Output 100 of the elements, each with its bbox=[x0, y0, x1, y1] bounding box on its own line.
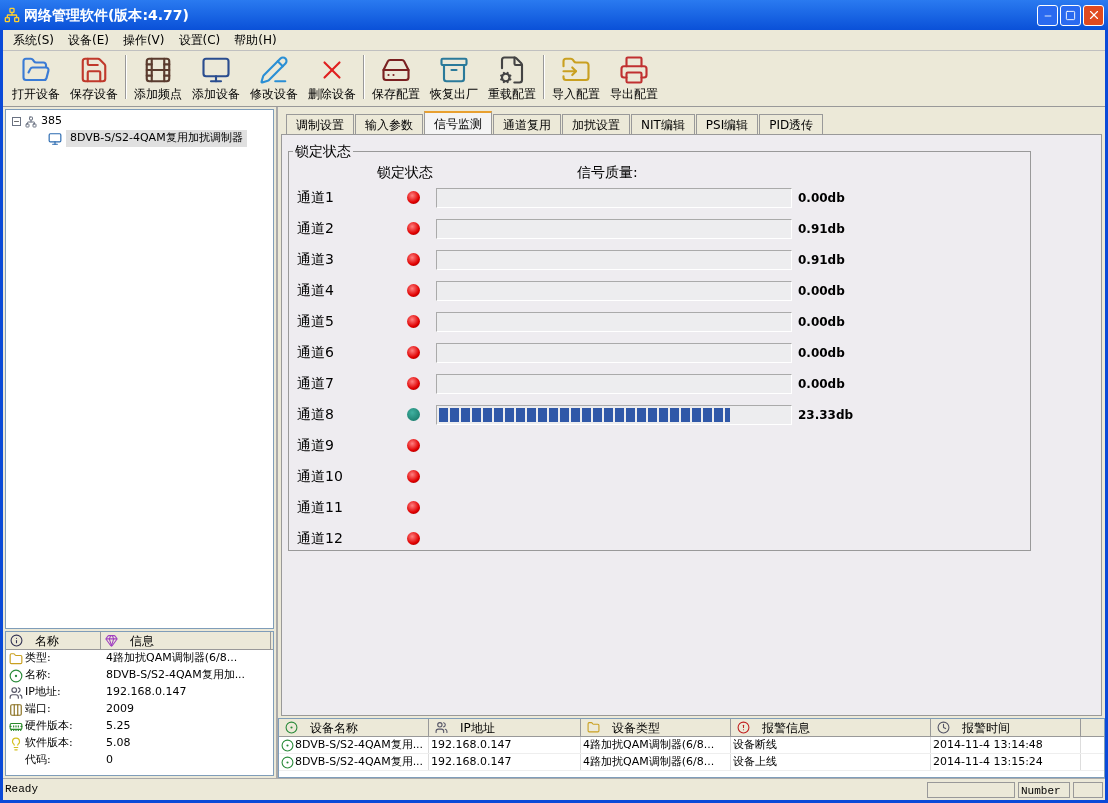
column-label: 信号质量: bbox=[576, 163, 638, 182]
signal-reading: 0.00db bbox=[798, 282, 845, 300]
tree-item[interactable]: 8DVB-S/S2-4QAM复用加扰调制器 bbox=[66, 130, 247, 147]
signal-reading: 0.00db bbox=[798, 375, 845, 393]
signal-reading: 0.00db bbox=[798, 189, 845, 207]
column-header[interactable]: 名称 bbox=[6, 632, 101, 649]
table-cell-text: 8DVB-S/S2-4QAM复用... bbox=[295, 736, 424, 753]
channel-label: 通道9 bbox=[297, 436, 335, 455]
property-value: 2009 bbox=[106, 701, 134, 718]
tab[interactable]: PID透传 bbox=[759, 114, 824, 134]
toolbar-button[interactable]: 修改设备 bbox=[245, 55, 303, 103]
channel-label: 通道1 bbox=[297, 188, 335, 207]
toolbar-button[interactable]: 保存设备 bbox=[65, 55, 123, 103]
column-header[interactable]: 信息 bbox=[101, 632, 271, 649]
toolbar-button[interactable]: 导出配置 bbox=[605, 55, 663, 103]
toolbar-button[interactable]: 恢复出厂 bbox=[425, 55, 483, 103]
edit-icon bbox=[259, 55, 289, 85]
property-name: 类型: bbox=[25, 650, 51, 667]
table-cell-text: 设备上线 bbox=[733, 753, 777, 770]
close-button[interactable] bbox=[1083, 4, 1104, 26]
table-cell-text: 192.168.0.147 bbox=[431, 736, 512, 753]
channel-label: 通道6 bbox=[297, 343, 335, 362]
table-cell-text: 设备断线 bbox=[733, 736, 777, 753]
column-icon bbox=[285, 721, 298, 734]
group-title: 锁定状态 bbox=[294, 142, 352, 161]
channel-label: 通道2 bbox=[297, 219, 335, 238]
expand-toggle[interactable] bbox=[12, 117, 21, 126]
status-indicator: Number bbox=[1018, 781, 1070, 798]
table-cell-text: 4路加扰QAM调制器(6/8... bbox=[583, 753, 715, 770]
tab[interactable]: 调制设置 bbox=[286, 114, 354, 134]
property-name: 硬件版本: bbox=[25, 718, 73, 735]
toolbar-button[interactable]: 保存配置 bbox=[367, 55, 425, 103]
device-icon bbox=[281, 755, 294, 769]
tab[interactable]: 信号监测 bbox=[424, 111, 492, 134]
device-icon bbox=[281, 738, 294, 752]
computer-icon bbox=[48, 131, 62, 146]
column-icon bbox=[587, 721, 600, 734]
tab[interactable]: PSI编辑 bbox=[695, 114, 759, 134]
column-icon bbox=[937, 721, 950, 734]
property-name: IP地址: bbox=[25, 684, 61, 701]
toolbar-button[interactable]: 导入配置 bbox=[547, 55, 605, 103]
signal-reading: 0.00db bbox=[798, 344, 845, 362]
tree-item[interactable]: 385 bbox=[41, 113, 62, 130]
network-icon bbox=[25, 115, 37, 128]
channel-label: 通道11 bbox=[297, 498, 344, 517]
signal-reading: 0.91db bbox=[798, 251, 845, 269]
menu-item[interactable]: 设备(E) bbox=[62, 31, 115, 49]
property-value: 5.25 bbox=[106, 718, 131, 735]
column-label: 锁定状态 bbox=[376, 163, 434, 182]
menu-item[interactable]: 系统(S) bbox=[7, 31, 60, 49]
table-cell-text: 2014-11-4 13:14:48 bbox=[933, 736, 1043, 753]
toolbar-button[interactable]: 添加频点 bbox=[129, 55, 187, 103]
toolbar-button[interactable]: 打开设备 bbox=[7, 55, 65, 103]
info-icon bbox=[10, 634, 23, 647]
column-header[interactable]: 报警信息 bbox=[731, 719, 931, 736]
column-header[interactable]: 设备名称 bbox=[279, 719, 429, 736]
maximize-button[interactable] bbox=[1060, 4, 1081, 26]
tab[interactable]: NIT编辑 bbox=[631, 114, 695, 134]
channel-label: 通道12 bbox=[297, 529, 344, 548]
channel-label: 通道8 bbox=[297, 405, 335, 424]
menu-item[interactable]: 设置(C) bbox=[172, 31, 227, 49]
channel-label: 通道7 bbox=[297, 374, 335, 393]
property-value: 8DVB-S/S2-4QAM复用加... bbox=[106, 667, 246, 684]
film-icon bbox=[143, 55, 173, 85]
property-value: 4路加扰QAM调制器(6/8... bbox=[106, 650, 238, 667]
property-value: 192.168.0.147 bbox=[106, 684, 187, 701]
tab[interactable]: 加扰设置 bbox=[562, 114, 630, 134]
signal-reading: 23.33db bbox=[798, 406, 854, 424]
status-pane bbox=[1073, 781, 1103, 798]
property-value: 0 bbox=[106, 752, 113, 769]
menu-item[interactable]: 帮助(H) bbox=[228, 31, 283, 49]
property-name: 代码: bbox=[25, 752, 51, 769]
property-name: 软件版本: bbox=[25, 735, 73, 752]
column-header[interactable]: 报警时间 bbox=[931, 719, 1081, 736]
table-cell-text: 8DVB-S/S2-4QAM复用... bbox=[295, 753, 424, 770]
channel-label: 通道10 bbox=[297, 467, 344, 486]
signal-reading: 0.91db bbox=[798, 220, 845, 238]
toolbar-button[interactable]: 添加设备 bbox=[187, 55, 245, 103]
tab[interactable]: 通道复用 bbox=[493, 114, 561, 134]
column-header[interactable]: IP地址 bbox=[429, 719, 581, 736]
tab[interactable]: 输入参数 bbox=[355, 114, 423, 134]
table-cell-text: 2014-11-4 13:15:24 bbox=[933, 753, 1043, 770]
save-icon bbox=[79, 55, 109, 85]
menu-item[interactable]: 操作(V) bbox=[116, 31, 171, 49]
toolbar-button[interactable]: 重载配置 bbox=[483, 55, 541, 103]
maximize-icon bbox=[1065, 9, 1076, 21]
channel-label: 通道4 bbox=[297, 281, 335, 300]
gem-icon bbox=[105, 634, 118, 647]
channel-label: 通道3 bbox=[297, 250, 335, 269]
table-cell-text: 4路加扰QAM调制器(6/8... bbox=[583, 736, 715, 753]
status-message: Ready bbox=[5, 782, 39, 798]
column-header[interactable]: 设备类型 bbox=[581, 719, 731, 736]
property-name: 端口: bbox=[25, 701, 51, 718]
channel-label: 通道5 bbox=[297, 312, 335, 331]
minus-icon bbox=[13, 118, 20, 125]
property-value: 5.08 bbox=[106, 735, 131, 752]
minimize-button[interactable] bbox=[1037, 4, 1058, 26]
signal-reading: 0.00db bbox=[798, 313, 845, 331]
toolbar-button[interactable]: 删除设备 bbox=[303, 55, 361, 103]
app-icon bbox=[4, 7, 20, 23]
